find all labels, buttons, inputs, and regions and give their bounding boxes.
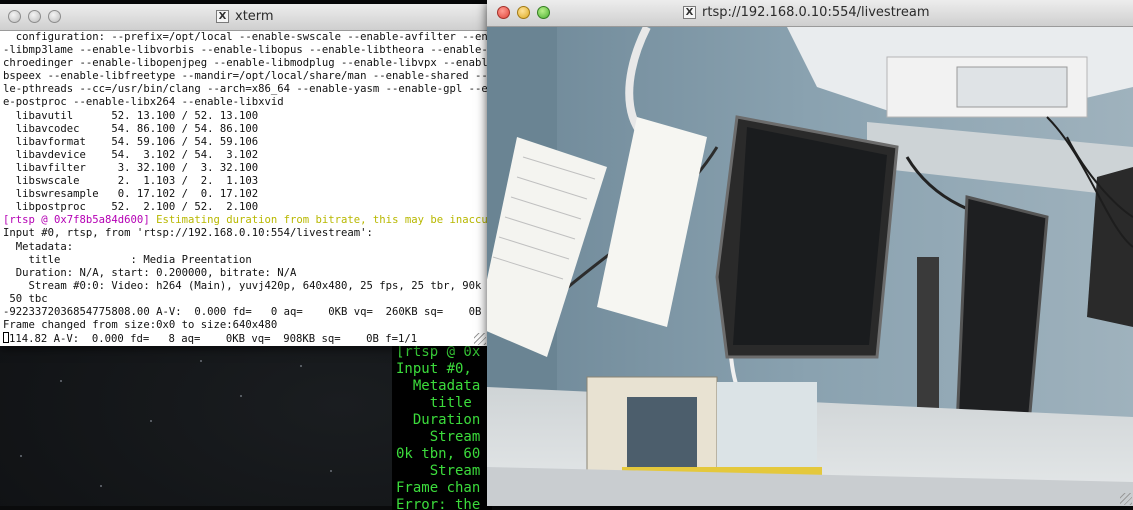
terminal-line: chroedinger --enable-libopenjpeg --enabl… <box>3 57 487 70</box>
line-text: -libmp3lame --enable-libvorbis --enable-… <box>3 44 487 57</box>
background-terminal-line: Metadata <box>396 378 481 394</box>
line-text: libavfilter 3. 32.100 / 3. 32.100 <box>3 161 259 174</box>
background-terminal-line: Stream <box>396 463 481 479</box>
terminal-output[interactable]: configuration: --prefix=/opt/local --ena… <box>0 31 487 346</box>
terminal-line: Metadata: <box>3 241 487 254</box>
resize-grip-icon[interactable] <box>1120 493 1132 505</box>
zoom-button[interactable] <box>537 6 550 19</box>
terminal-line: 114.82 A-V: 0.000 fd= 8 aq= 0KB vq= 908K… <box>3 332 487 346</box>
line-text: 114.82 A-V: 0.000 fd= 8 aq= 0KB vq= 908K… <box>9 333 418 346</box>
line-text: -9223372036854775808.00 A-V: 0.000 fd= 0… <box>3 305 487 318</box>
terminal-line: libpostproc 52. 2.100 / 52. 2.100 <box>3 201 487 214</box>
line-text: e-postproc --enable-libx264 --enable-lib… <box>3 96 284 109</box>
resize-grip-icon[interactable] <box>474 333 486 345</box>
background-terminal-line: Duration <box>396 412 481 428</box>
line-text: libavformat 54. 59.106 / 54. 59.106 <box>3 135 259 148</box>
terminal-line: -9223372036854775808.00 A-V: 0.000 fd= 0… <box>3 306 487 319</box>
background-terminal-line: Stream <box>396 429 481 445</box>
background-terminal-line: Frame chan <box>396 480 481 496</box>
video-title-text: rtsp://192.168.0.10:554/livestream <box>702 5 930 20</box>
camera-frame-image <box>487 27 1133 506</box>
terminal-line: title : Media Preentation <box>3 254 487 267</box>
video-frame[interactable] <box>487 27 1133 506</box>
terminal-line: Input #0, rtsp, from 'rtsp://192.168.0.1… <box>3 227 487 240</box>
terminal-line: configuration: --prefix=/opt/local --ena… <box>3 31 487 44</box>
xterm-titlebar[interactable]: X xterm <box>0 4 487 31</box>
terminal-line: [rtsp @ 0x7f8b5a84d600] Estimating durat… <box>3 214 487 227</box>
xterm-window[interactable]: X xterm configuration: --prefix=/opt/loc… <box>0 4 487 346</box>
video-title: X rtsp://192.168.0.10:554/livestream <box>683 5 930 20</box>
line-text: chroedinger --enable-libopenjpeg --enabl… <box>3 57 487 70</box>
line-text: Input #0, rtsp, from 'rtsp://192.168.0.1… <box>3 227 373 240</box>
line-text: libswscale 2. 1.103 / 2. 1.103 <box>3 175 259 188</box>
terminal-line: e-postproc --enable-libx264 --enable-lib… <box>3 96 487 109</box>
zoom-button[interactable] <box>48 10 61 23</box>
terminal-line: Stream #0:0: Video: h264 (Main), yuvj420… <box>3 280 487 293</box>
line-text: Duration: N/A, start: 0.200000, bitrate:… <box>3 266 297 279</box>
close-button[interactable] <box>8 10 21 23</box>
log-warning: Estimating duration from bitrate, this m… <box>156 214 487 227</box>
close-button[interactable] <box>497 6 510 19</box>
terminal-line: 50 tbc <box>3 293 487 306</box>
line-text: Stream #0:0: Video: h264 (Main), yuvj420… <box>3 279 487 292</box>
line-text: libavcodec 54. 86.100 / 54. 86.100 <box>3 122 259 135</box>
xterm-title-text: xterm <box>235 9 274 24</box>
terminal-line: libavfilter 3. 32.100 / 3. 32.100 <box>3 162 487 175</box>
line-text: le-pthreads --cc=/usr/bin/clang --arch=x… <box>3 83 487 96</box>
video-titlebar[interactable]: X rtsp://192.168.0.10:554/livestream <box>487 0 1133 27</box>
terminal-line: libavdevice 54. 3.102 / 54. 3.102 <box>3 149 487 162</box>
background-terminal-line: 0k tbn, 60 <box>396 446 481 462</box>
terminal-line: libavformat 54. 59.106 / 54. 59.106 <box>3 136 487 149</box>
line-text: 50 tbc <box>3 292 48 305</box>
line-text: libswresample 0. 17.102 / 0. 17.102 <box>3 188 259 201</box>
background-terminal-line: Input #0, <box>396 361 472 377</box>
minimize-button[interactable] <box>517 6 530 19</box>
line-text: Metadata: <box>3 240 74 253</box>
video-window[interactable]: X rtsp://192.168.0.10:554/livestream <box>487 0 1133 506</box>
terminal-line: Duration: N/A, start: 0.200000, bitrate:… <box>3 267 487 280</box>
terminal-line: le-pthreads --cc=/usr/bin/clang --arch=x… <box>3 83 487 96</box>
line-text: libpostproc 52. 2.100 / 52. 2.100 <box>3 201 259 214</box>
background-terminal-line: title <box>396 395 472 411</box>
terminal-line: libswscale 2. 1.103 / 2. 1.103 <box>3 175 487 188</box>
line-text: bspeex --enable-libfreetype --mandir=/op… <box>3 70 487 83</box>
terminal-line: Frame changed from size:0x0 to size:640x… <box>3 319 487 332</box>
line-text: libavdevice 54. 3.102 / 54. 3.102 <box>3 148 259 161</box>
line-text: libavutil 52. 13.100 / 52. 13.100 <box>3 109 259 122</box>
background-terminal-line: [rtsp @ 0x <box>396 344 481 360</box>
xterm-title: X xterm <box>216 9 274 24</box>
terminal-line: bspeex --enable-libfreetype --mandir=/op… <box>3 70 487 83</box>
background-terminal[interactable]: [rtsp @ 0x Input #0, Metadata title Durat… <box>392 340 492 510</box>
x11-icon: X <box>683 6 696 19</box>
log-prefix: [rtsp @ 0x7f8b5a84d600] <box>3 214 157 227</box>
line-text: Frame changed from size:0x0 to size:640x… <box>3 319 278 332</box>
x11-icon: X <box>216 10 229 23</box>
terminal-line: -libmp3lame --enable-libvorbis --enable-… <box>3 44 487 57</box>
background-terminal-line: Error: the <box>396 497 481 510</box>
line-text: title : Media Preentation <box>3 253 252 266</box>
terminal-line: libswresample 0. 17.102 / 0. 17.102 <box>3 188 487 201</box>
terminal-line: libavutil 52. 13.100 / 52. 13.100 <box>3 110 487 123</box>
terminal-line: libavcodec 54. 86.100 / 54. 86.100 <box>3 123 487 136</box>
line-text: configuration: --prefix=/opt/local --ena… <box>3 31 487 43</box>
minimize-button[interactable] <box>28 10 41 23</box>
